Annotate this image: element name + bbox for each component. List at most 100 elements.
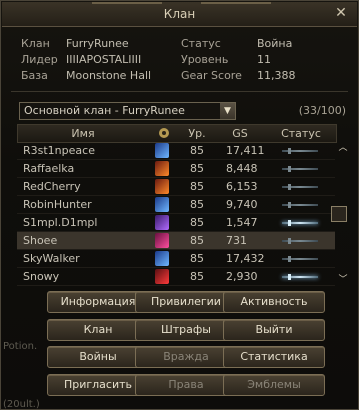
info-button[interactable]: Информация bbox=[47, 291, 149, 313]
member-level: 85 bbox=[190, 198, 204, 211]
stats-button[interactable]: Статистика bbox=[223, 346, 325, 368]
table-header: Имя Ур. GS Статус bbox=[17, 124, 337, 143]
chevron-down-icon[interactable]: ▼ bbox=[220, 103, 235, 119]
member-gs: 6,153 bbox=[226, 180, 258, 193]
leader-label: Лидер bbox=[21, 53, 58, 66]
member-name: Raffaelka bbox=[23, 162, 75, 175]
class-icon-fire bbox=[155, 179, 169, 194]
rights-button[interactable]: Права bbox=[135, 374, 237, 396]
window-title: Клан bbox=[163, 7, 196, 21]
gearscore-value-wrap: 11,388 bbox=[257, 69, 296, 85]
clan-label: Клан bbox=[21, 37, 50, 50]
member-gs: 8,448 bbox=[226, 162, 258, 175]
enmity-button[interactable]: Вражда bbox=[135, 346, 237, 368]
table-row[interactable]: Raffaelka 85 8,448 bbox=[17, 160, 335, 178]
clan-name-row: Клан bbox=[21, 37, 50, 53]
clan-button[interactable]: Клан bbox=[47, 319, 149, 341]
clan-selector-value: Основной клан - FurryRunee bbox=[24, 104, 185, 117]
member-gs: 1,547 bbox=[226, 216, 258, 229]
status-sword-icon bbox=[282, 148, 318, 154]
class-icon-fire bbox=[155, 161, 169, 176]
header-status[interactable]: Статус bbox=[272, 127, 330, 140]
emblems-button[interactable]: Эмблемы bbox=[223, 374, 325, 396]
member-name: RobinHunter bbox=[23, 198, 92, 211]
member-gs: 731 bbox=[226, 234, 247, 247]
member-gs: 17,411 bbox=[226, 144, 265, 157]
status-sword-icon bbox=[282, 274, 318, 280]
header-gs[interactable]: GS bbox=[218, 127, 262, 140]
leader-value: IIIIAPOSTALIIII bbox=[66, 53, 142, 66]
background-chat-text-2: (20ult.) bbox=[3, 399, 40, 410]
member-level: 85 bbox=[190, 144, 204, 157]
background-chat-text: Potion. bbox=[3, 341, 38, 352]
member-name: R3st1npeace bbox=[23, 144, 95, 157]
clan-name-value-wrap: FurryRunee bbox=[66, 37, 129, 53]
scroll-thumb[interactable] bbox=[331, 206, 347, 222]
level-label: Уровень bbox=[181, 53, 229, 66]
class-icon-blue bbox=[155, 143, 169, 158]
invite-button[interactable]: Пригласить bbox=[47, 374, 149, 396]
level-row: Уровень bbox=[181, 53, 228, 69]
activity-button[interactable]: Активность bbox=[223, 291, 325, 313]
table-row[interactable]: RedCherry 85 6,153 bbox=[17, 178, 335, 196]
table-row[interactable]: SkyWalker 85 17,432 bbox=[17, 250, 335, 268]
level-value: 11 bbox=[257, 53, 271, 66]
table-scrollbar[interactable]: ︿ ﹀ bbox=[331, 142, 349, 286]
member-level: 85 bbox=[190, 216, 204, 229]
member-name: SkyWalker bbox=[23, 252, 80, 265]
member-level: 85 bbox=[190, 252, 204, 265]
gearscore-label: Gear Score bbox=[181, 69, 242, 82]
class-icon-purple bbox=[155, 215, 169, 230]
member-name: S1mpl.D1mpl bbox=[23, 216, 98, 229]
scroll-down-icon[interactable]: ﹀ bbox=[337, 274, 349, 286]
wars-button[interactable]: Войны bbox=[47, 346, 149, 368]
table-row[interactable]: R3st1npeace 85 17,411 bbox=[17, 142, 335, 160]
class-icon-red bbox=[155, 269, 169, 284]
member-name: RedCherry bbox=[23, 180, 81, 193]
base-value: Moonstone Hall bbox=[66, 69, 152, 82]
member-level: 85 bbox=[190, 180, 204, 193]
base-label: База bbox=[21, 69, 48, 82]
clan-name-value: FurryRunee bbox=[66, 37, 129, 50]
leader-row: Лидер bbox=[21, 53, 58, 69]
class-icon-blue bbox=[155, 197, 169, 212]
clan-window: Клан ✕ Клан FurryRunee Лидер IIIIAPOSTAL… bbox=[0, 0, 359, 410]
status-sword-icon bbox=[282, 202, 318, 208]
status-sword-icon bbox=[282, 256, 318, 262]
members-table: Имя Ур. GS Статус R3st1npeace 85 17,411 Raf… bbox=[17, 124, 348, 286]
status-row: Статус bbox=[181, 37, 221, 53]
member-count: (33/100) bbox=[298, 104, 346, 117]
header-name[interactable]: Имя bbox=[18, 127, 148, 140]
member-name: Snowy bbox=[23, 270, 60, 283]
gearscore-value: 11,388 bbox=[257, 69, 296, 82]
member-gs: 17,432 bbox=[226, 252, 265, 265]
window-titlebar[interactable]: Клан ✕ bbox=[2, 2, 357, 27]
close-icon[interactable]: ✕ bbox=[333, 5, 349, 21]
privileges-button[interactable]: Привилегии bbox=[135, 291, 237, 313]
status-value: Война bbox=[257, 37, 293, 50]
table-row[interactable]: Shoee 85 731 bbox=[17, 232, 335, 250]
table-row[interactable]: RobinHunter 85 9,740 bbox=[17, 196, 335, 214]
member-level: 85 bbox=[190, 234, 204, 247]
scroll-up-icon[interactable]: ︿ bbox=[337, 142, 349, 154]
table-row[interactable]: Snowy 85 2,930 bbox=[17, 268, 335, 286]
fines-button[interactable]: Штрафы bbox=[135, 319, 237, 341]
member-gs: 9,740 bbox=[226, 198, 258, 211]
leave-button[interactable]: Выйти bbox=[223, 319, 325, 341]
status-sword-icon bbox=[282, 220, 318, 226]
level-value-wrap: 11 bbox=[257, 53, 271, 69]
divider bbox=[11, 91, 348, 92]
status-sword-icon bbox=[282, 238, 318, 244]
class-icon-pink bbox=[155, 233, 169, 248]
table-row[interactable]: S1mpl.D1mpl 85 1,547 bbox=[17, 214, 335, 232]
gearscore-row: Gear Score bbox=[181, 69, 242, 85]
member-name: Shoee bbox=[23, 234, 58, 247]
class-icon-blue bbox=[155, 251, 169, 266]
class-header-icon[interactable] bbox=[156, 127, 172, 142]
member-gs: 2,930 bbox=[226, 270, 258, 283]
status-sword-icon bbox=[282, 184, 318, 190]
member-level: 85 bbox=[190, 270, 204, 283]
leader-value-wrap: IIIIAPOSTALIIII bbox=[66, 53, 141, 69]
header-level[interactable]: Ур. bbox=[182, 127, 212, 140]
clan-selector-dropdown[interactable]: Основной клан - FurryRunee ▼ bbox=[19, 102, 236, 120]
